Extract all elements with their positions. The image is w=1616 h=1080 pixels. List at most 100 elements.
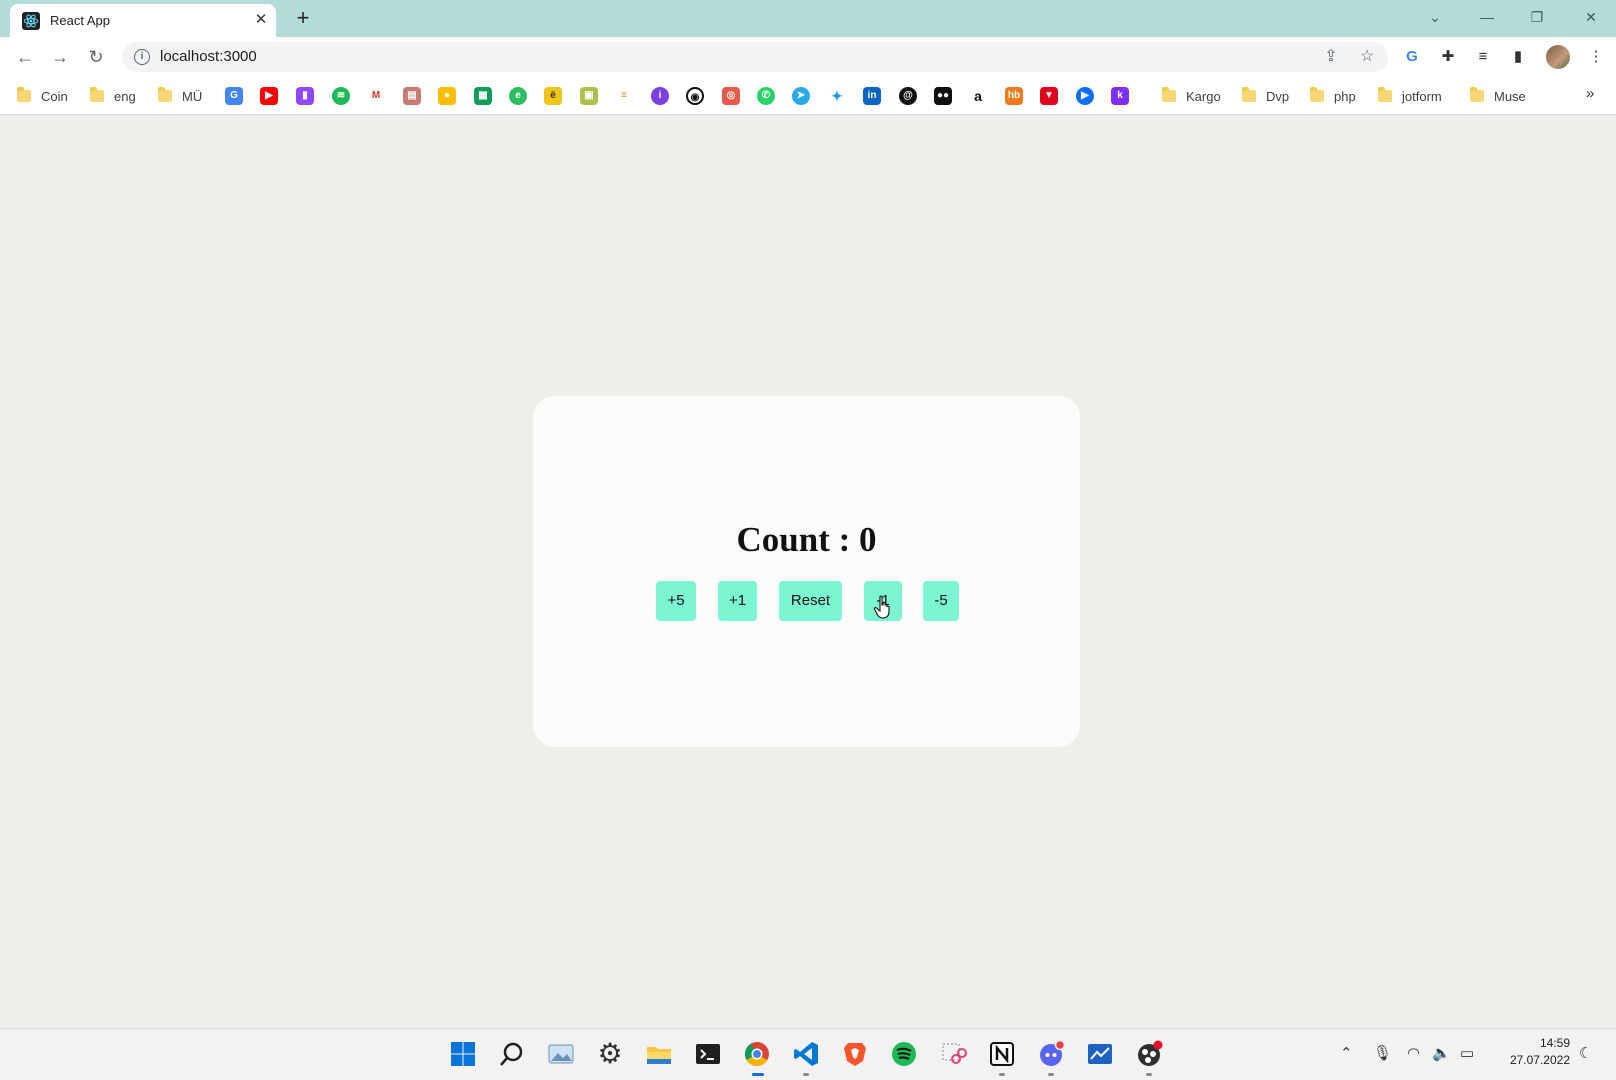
bookmark-label: eng [114,88,136,104]
minus-five-button[interactable]: -5 [923,581,959,621]
threads-icon[interactable]: @ [899,87,917,105]
classroom-icon[interactable]: ▣ [580,87,598,105]
bookmark-coin[interactable]: Coin [17,86,68,106]
running-app-indicator [1048,1073,1054,1076]
reset-button[interactable]: Reset [779,581,842,621]
bookmarks-bar: Coin eng MÜ G ▶ ▮ ≋ M ▤ ● ▦ e ë ▣ ≡ i ◉ … [0,77,1616,115]
terminal-icon[interactable] [693,1039,723,1069]
keep-icon[interactable]: ● [438,87,456,105]
folder-icon [1378,87,1392,102]
upwork-icon[interactable]: i [651,87,669,105]
bookmark-label: Dvp [1266,88,1290,104]
more-bookmarks-icon[interactable]: » [1586,85,1594,102]
bookmark-eng[interactable]: eng [90,86,136,106]
url-text[interactable]: localhost:3000 [160,48,257,65]
twitch-icon[interactable]: ▮ [296,87,314,105]
bookmark-dvp[interactable]: Dvp [1242,86,1289,106]
tab-search-icon[interactable]: ⌄ [1420,6,1450,28]
hepsiburada-icon[interactable]: hb [1005,87,1023,105]
restore-button[interactable]: ❐ [1522,6,1552,28]
obs-icon[interactable] [1134,1039,1164,1069]
profile-avatar[interactable] [1546,45,1570,69]
dictionary-icon[interactable]: ë [544,87,562,105]
windows-start-icon[interactable] [448,1039,478,1069]
spotify-icon[interactable]: ≋ [332,87,350,105]
side-panel-icon[interactable]: ▮ [1507,46,1529,68]
settings-gear-icon[interactable]: ⚙ [595,1039,625,1069]
spotify-taskbar-icon[interactable] [889,1039,919,1069]
bookmark-label: Muse [1494,88,1526,104]
folder-icon [1310,87,1324,102]
bookmark-app-icon[interactable]: ▤ [403,87,421,105]
bookmark-mu[interactable]: MÜ [158,86,202,106]
translate-icon[interactable]: G [1401,46,1423,68]
new-tab-button[interactable]: + [292,7,314,29]
close-tab-icon[interactable]: ✕ [251,10,271,30]
amazon-icon[interactable]: a [969,87,987,105]
microphone-icon[interactable]: 🎙 [1373,1045,1392,1063]
github-icon[interactable]: ◉ [686,87,704,105]
plus-five-button[interactable]: +5 [656,581,696,621]
chrome-icon[interactable] [742,1039,772,1069]
reload-button[interactable]: ↻ [85,46,107,68]
photos-icon[interactable] [546,1039,576,1069]
share-icon[interactable]: ⇪ [1322,48,1340,66]
info-icon[interactable]: i [134,49,150,65]
whatsapp-icon[interactable]: ✆ [757,87,775,105]
bookmark-star-icon[interactable]: ☆ [1358,48,1376,66]
twitter-icon[interactable]: ✦ [828,87,846,105]
telegram-icon[interactable]: ➤ [792,87,810,105]
counter-card: Count : 0 +5 +1 Reset -1 -5 [533,396,1080,747]
brave-icon[interactable] [840,1039,870,1069]
pocket-icon[interactable]: ▼ [1040,87,1058,105]
bookmark-php[interactable]: php [1310,86,1356,106]
folder-icon [158,87,172,102]
chevron-up-icon[interactable]: ⌃ [1340,1045,1353,1063]
wifi-icon[interactable]: ◠ [1407,1045,1420,1063]
bookmark-label: Kargo [1186,88,1221,104]
bookmark-kargo[interactable]: Kargo [1162,86,1221,106]
sheets-icon[interactable]: ▦ [474,87,492,105]
figma-icon[interactable]: ◎ [722,87,740,105]
close-window-button[interactable]: ✕ [1576,6,1606,28]
discord-icon[interactable] [1036,1039,1066,1069]
plus-one-button[interactable]: +1 [718,581,757,621]
battery-icon[interactable]: ▭ [1460,1045,1474,1063]
system-clock[interactable]: 14:59 27.07.2022 [1500,1035,1570,1069]
linkedin-icon[interactable]: in [863,87,881,105]
bookmark-muse[interactable]: Muse [1470,86,1526,106]
minimize-button[interactable]: — [1472,6,1502,28]
focus-assist-moon-icon[interactable]: ☾ [1579,1045,1592,1063]
forward-button[interactable]: → [49,46,71,68]
bookmark-label: MÜ [182,88,203,104]
clock-date: 27.07.2022 [1509,1053,1570,1067]
gmail-icon[interactable]: M [367,87,385,105]
youtube-icon[interactable]: ▶ [260,87,278,105]
address-bar[interactable]: i localhost:3000 ⇪ ☆ [122,42,1388,72]
react-icon [22,12,40,30]
tab-title: React App [50,13,110,28]
file-explorer-icon[interactable] [644,1039,674,1069]
menu-icon[interactable]: ⋮ [1585,46,1607,68]
volume-icon[interactable]: 🔈 [1432,1045,1451,1063]
extensions-icon[interactable]: ✚ [1437,46,1459,68]
running-app-indicator [999,1073,1005,1076]
media-control-icon[interactable]: ≡ [1472,46,1494,68]
notion-icon[interactable] [987,1039,1017,1069]
google-translate-icon[interactable]: G [225,87,243,105]
search-icon[interactable] [497,1039,527,1069]
vscode-icon[interactable] [791,1039,821,1069]
bookmark-jotform[interactable]: jotform [1378,86,1442,106]
play-icon[interactable]: ▶ [1076,87,1094,105]
medium-icon[interactable]: ●● [934,87,952,105]
stocks-app-icon[interactable] [1085,1039,1115,1069]
windows-taskbar: ⚙ ⌃ 🎙 ◠ 🔈 ▭ 14:59 27.07.2022 ☾ [0,1028,1616,1080]
stackoverflow-icon[interactable]: ≡ [615,87,633,105]
folder-icon [17,87,31,102]
evernote-icon[interactable]: e [509,87,527,105]
snipping-tool-icon[interactable] [938,1039,968,1069]
back-button[interactable]: ← [14,46,36,68]
browser-tab[interactable]: React App ✕ [10,4,276,37]
browser-toolbar: ← → ↻ i localhost:3000 ⇪ ☆ G ✚ ≡ ▮ ⋮ [0,37,1616,77]
k-app-icon[interactable]: k [1111,87,1129,105]
